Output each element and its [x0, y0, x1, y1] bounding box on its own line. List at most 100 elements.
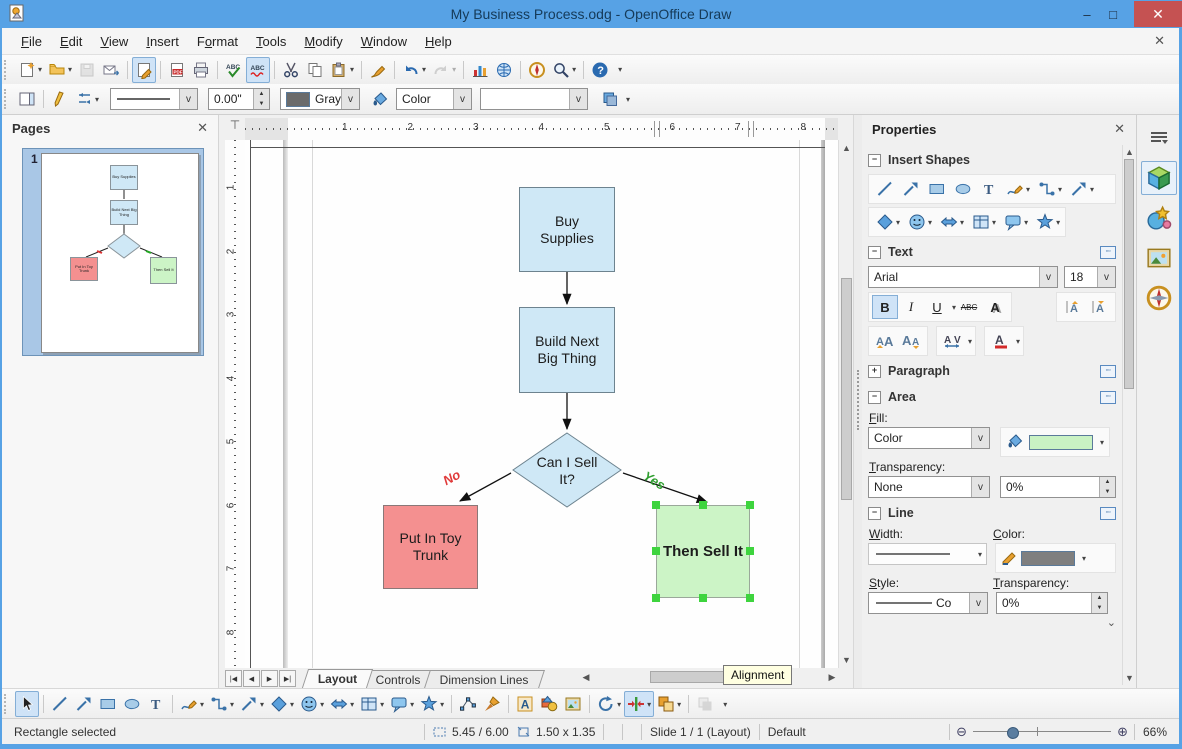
pen-button[interactable]	[48, 86, 72, 112]
text-shadow-button[interactable]: A	[982, 295, 1008, 319]
page-thumbnail[interactable]: 1 Buy Supplies Build Next Big Thing Put …	[22, 148, 204, 356]
vertical-ruler[interactable]: 1 2 3 4 5 6 7 8	[225, 140, 246, 668]
menu-file[interactable]: File	[12, 31, 51, 52]
flowchart-button[interactable]: ▾	[969, 209, 999, 235]
area-dialog-launcher-icon[interactable]: ▫▫	[1100, 390, 1116, 404]
drawing-canvas[interactable]: Buy Supplies Build Next Big Thing Can I …	[245, 140, 838, 668]
expand-icon[interactable]: +	[868, 364, 881, 378]
flow-node-can-i-sell-it[interactable]: Can I Sell It?	[535, 450, 599, 492]
selection-handle[interactable]	[652, 594, 660, 602]
page-style-status[interactable]: Default	[768, 725, 918, 739]
scrollbar-thumb[interactable]	[1124, 159, 1134, 389]
selection-handle[interactable]	[699, 594, 707, 602]
chart-button[interactable]	[468, 57, 492, 83]
tab-images-icon[interactable]	[1141, 241, 1177, 275]
pages-panel-close-icon[interactable]: ✕	[197, 120, 208, 136]
menu-window[interactable]: Window	[352, 31, 416, 52]
dropdown-arrow-icon[interactable]: v	[971, 477, 989, 497]
print-button[interactable]	[189, 57, 213, 83]
insert-line-button[interactable]	[873, 176, 897, 202]
fill-type-select[interactable]: Color v	[396, 88, 473, 110]
dropdown-arrow-icon[interactable]: ▾	[290, 700, 294, 709]
toolbar-grip[interactable]	[4, 694, 11, 714]
symbol-shapes-button[interactable]: ▾	[905, 209, 935, 235]
dropdown-arrow-icon[interactable]: ▾	[452, 65, 456, 74]
dropdown-arrow-icon[interactable]: ▾	[978, 550, 982, 559]
last-page-button[interactable]: ▶|	[279, 670, 296, 687]
paste-button[interactable]: ▾	[327, 57, 357, 83]
zoom-out-icon[interactable]: ⊖	[956, 724, 967, 740]
block-arrows-button[interactable]: ▾	[327, 691, 357, 717]
line-width-spinner[interactable]: 0.00" ▲ ▼	[208, 88, 271, 110]
selection-handle[interactable]	[699, 501, 707, 509]
arrange-button[interactable]: ▾	[654, 691, 684, 717]
insert-ellipse-button[interactable]	[951, 176, 975, 202]
minimize-button[interactable]: –	[1074, 4, 1100, 24]
sidebar-menu-icon[interactable]	[1141, 121, 1177, 155]
menu-help[interactable]: Help	[416, 31, 461, 52]
tab-properties-icon[interactable]	[1140, 161, 1177, 195]
selection-handle[interactable]	[746, 547, 754, 555]
callouts-button[interactable]: ▾	[1001, 209, 1031, 235]
basic-shapes-button[interactable]: ▾	[873, 209, 903, 235]
selection-handle[interactable]	[746, 594, 754, 602]
fill-style-icon[interactable]	[1006, 432, 1024, 453]
new-button[interactable]: ▾	[15, 57, 45, 83]
decrease-spacing-button[interactable]: A	[1086, 295, 1112, 319]
spin-down-icon[interactable]: ▼	[1100, 487, 1115, 497]
callouts-button[interactable]: ▾	[387, 691, 417, 717]
line-dialog-launcher-icon[interactable]: ▫▫	[1100, 506, 1116, 520]
email-button[interactable]	[99, 57, 123, 83]
line-width-select[interactable]: ▾	[868, 543, 987, 565]
strikethrough-button[interactable]: ABC	[956, 295, 982, 319]
menu-view[interactable]: View	[91, 31, 137, 52]
edit-mode-button[interactable]	[132, 56, 157, 83]
basic-shapes-button[interactable]: ▾	[267, 691, 297, 717]
close-button[interactable]: ✕	[1134, 1, 1182, 27]
dropdown-arrow-icon[interactable]: v	[1097, 267, 1115, 287]
menu-edit[interactable]: Edit	[51, 31, 91, 52]
decrease-font-button[interactable]: AA	[898, 329, 924, 353]
font-size-select[interactable]: 18 v	[1064, 266, 1116, 288]
zoom-button[interactable]: ▾	[549, 57, 579, 83]
scroll-left-icon[interactable]: ◀	[580, 671, 592, 683]
ellipse-button[interactable]	[120, 691, 144, 717]
dropdown-arrow-icon[interactable]: v	[179, 89, 198, 109]
character-spacing-button[interactable]: AV	[940, 329, 966, 353]
underline-button[interactable]: U	[924, 295, 950, 319]
dropdown-arrow-icon[interactable]: ▾	[1058, 185, 1062, 194]
line-style-select[interactable]: v	[110, 88, 199, 110]
arrow-style-button[interactable]: ▾	[72, 86, 102, 112]
insert-rectangle-button[interactable]	[925, 176, 949, 202]
dropdown-arrow-icon[interactable]: ▾	[647, 700, 651, 709]
shadow-toggle-icon[interactable]	[598, 86, 622, 112]
section-insert-shapes[interactable]: − Insert Shapes	[868, 149, 1116, 171]
dropdown-arrow-icon[interactable]: ▾	[68, 65, 72, 74]
dropdown-arrow-icon[interactable]: ▾	[1056, 218, 1060, 227]
dropdown-arrow-icon[interactable]: ▾	[230, 700, 234, 709]
line-transparency-spinner[interactable]: 0% ▲ ▼	[996, 592, 1108, 614]
alignment-button[interactable]: ▾	[624, 691, 655, 717]
collapse-icon[interactable]: −	[868, 153, 881, 167]
dropdown-arrow-icon[interactable]: ▾	[617, 700, 621, 709]
layer-tab-dimension-lines[interactable]: Dimension Lines	[424, 670, 545, 688]
dropdown-arrow-icon[interactable]: ▾	[38, 65, 42, 74]
fontwork-button[interactable]: A	[513, 691, 537, 717]
rotate-button[interactable]: ▾	[594, 691, 624, 717]
menu-tools[interactable]: Tools	[247, 31, 295, 52]
scroll-down-icon[interactable]: ▼	[839, 654, 854, 666]
flow-node-build-next-big-thing[interactable]: Build Next Big Thing	[519, 307, 615, 393]
flow-node-then-sell-it[interactable]: Then Sell It	[656, 505, 750, 598]
select-button[interactable]	[15, 691, 39, 717]
dropdown-arrow-icon[interactable]: ▾	[320, 700, 324, 709]
toolbar-more-button[interactable]: ▾	[723, 700, 727, 709]
undo-button[interactable]: ▾	[399, 57, 429, 83]
dropdown-arrow-icon[interactable]: ▾	[572, 65, 576, 74]
text-button[interactable]: T	[144, 691, 168, 717]
text-dialog-launcher-icon[interactable]: ▫▫	[1100, 245, 1116, 259]
dropdown-arrow-icon[interactable]: ▾	[677, 700, 681, 709]
bold-button[interactable]: B	[872, 295, 898, 319]
from-file-button[interactable]	[537, 691, 561, 717]
dropdown-arrow-icon[interactable]: v	[453, 89, 472, 109]
line-button[interactable]	[48, 691, 72, 717]
